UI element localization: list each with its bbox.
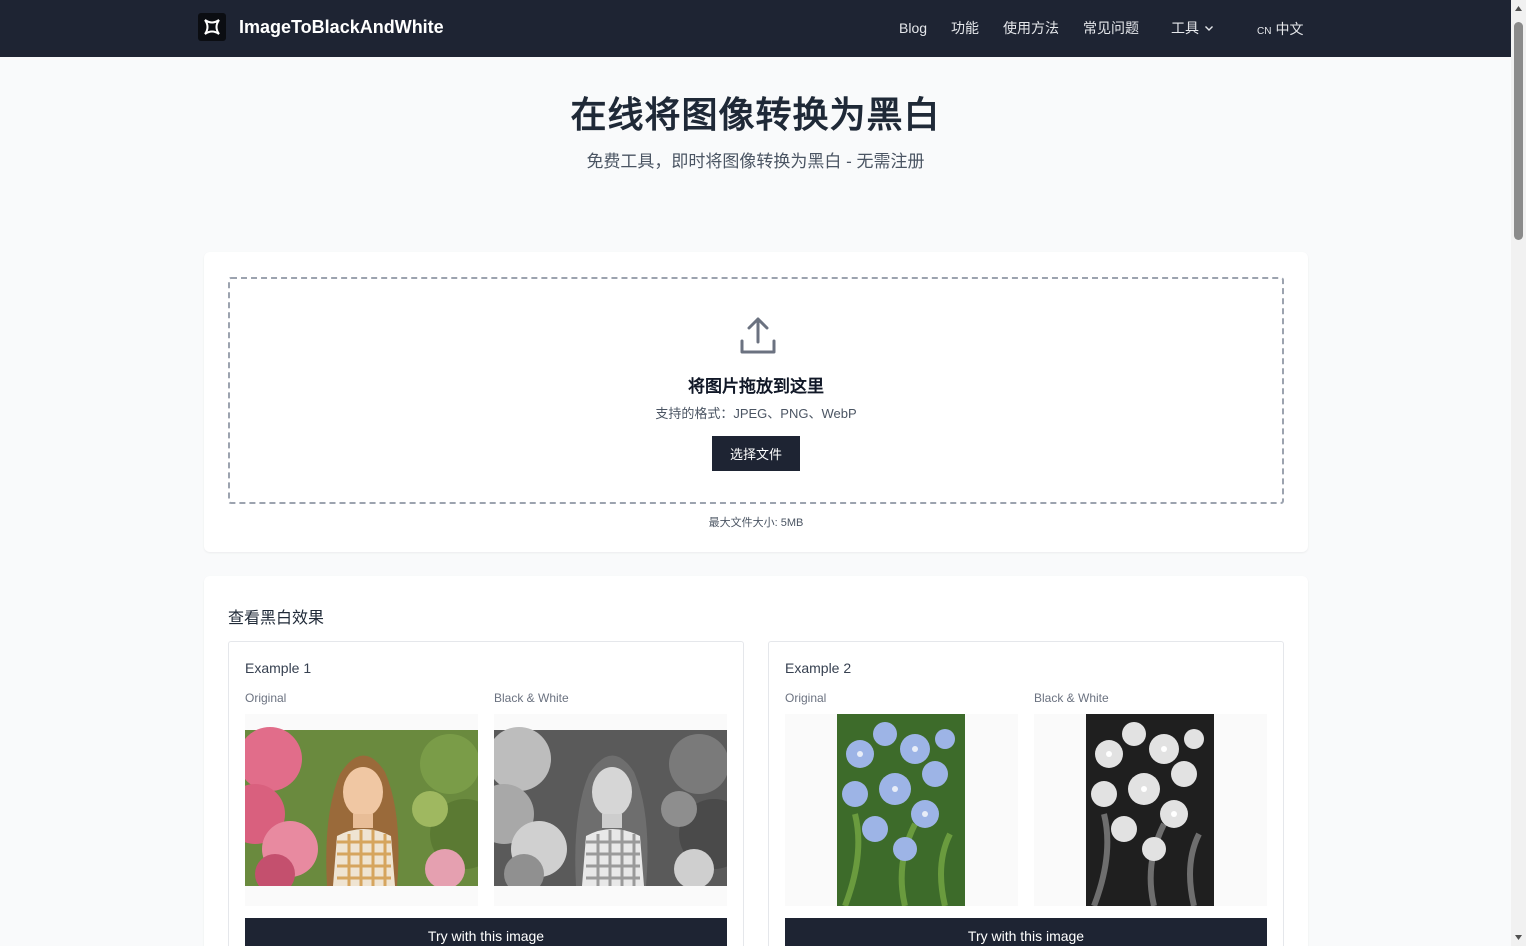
nav-link-how-to-use[interactable]: 使用方法 — [1003, 18, 1059, 38]
dropzone-title: 将图片拖放到这里 — [688, 377, 824, 396]
logo-icon — [198, 13, 226, 41]
brand-name: ImageToBlackAndWhite — [239, 16, 444, 37]
example-card: Example 2 Original Black & White Try wit… — [768, 641, 1284, 946]
original-image — [245, 714, 478, 906]
nav-link-faq[interactable]: 常见问题 — [1083, 18, 1139, 38]
examples-card: 查看黑白效果 Example 1 Original Black & White — [204, 576, 1308, 946]
language-code: CN — [1257, 26, 1272, 37]
bw-image — [494, 714, 727, 906]
example-title: Example 2 — [785, 660, 852, 676]
try-example-button[interactable]: Try with this image — [785, 918, 1267, 946]
nav-link-features[interactable]: 功能 — [951, 18, 979, 38]
example-card: Example 1 Original Black & White Try wit… — [228, 641, 744, 946]
original-label: Original — [245, 691, 287, 705]
nav-link-blog[interactable]: Blog — [899, 20, 927, 36]
dropzone[interactable]: 将图片拖放到这里 支持的格式：JPEG、PNG、WebP 选择文件 — [228, 277, 1284, 504]
supported-formats: 支持的格式：JPEG、PNG、WebP — [655, 406, 857, 421]
nav-tools-dropdown[interactable]: 工具 — [1171, 18, 1214, 38]
bw-image — [1034, 714, 1267, 906]
choose-file-button[interactable]: 选择文件 — [712, 436, 800, 471]
max-file-size: 最大文件大小: 5MB — [708, 517, 804, 529]
bw-label: Black & White — [494, 691, 569, 705]
page-subtitle: 免费工具，即时将图像转换为黑白 - 无需注册 — [586, 152, 925, 171]
top-navbar: ImageToBlackAndWhite Blog 功能 使用方法 常见问题 工… — [0, 0, 1511, 57]
scroll-down-icon[interactable] — [1514, 933, 1523, 942]
page-title: 在线将图像转换为黑白 — [570, 94, 941, 135]
page-scrollbar[interactable] — [1511, 0, 1526, 946]
scroll-up-icon[interactable] — [1514, 4, 1523, 13]
upload-icon — [737, 315, 779, 362]
examples-title: 查看黑白效果 — [228, 610, 325, 627]
brand-link[interactable]: ImageToBlackAndWhite — [198, 13, 444, 41]
example-title: Example 1 — [245, 660, 312, 676]
try-example-button[interactable]: Try with this image — [245, 918, 727, 946]
nav-tools-label: 工具 — [1171, 20, 1200, 36]
nav-links: Blog 功能 使用方法 常见问题 工具 — [899, 18, 1238, 38]
bw-label: Black & White — [1034, 691, 1109, 705]
chevron-down-icon — [1204, 20, 1214, 36]
language-switcher[interactable]: CN 中文 — [1257, 19, 1303, 39]
language-name: 中文 — [1275, 21, 1304, 37]
upload-card: 将图片拖放到这里 支持的格式：JPEG、PNG、WebP 选择文件 最大文件大小… — [204, 252, 1308, 552]
scroll-thumb[interactable] — [1514, 22, 1523, 240]
original-label: Original — [785, 691, 827, 705]
original-image — [785, 714, 1018, 906]
